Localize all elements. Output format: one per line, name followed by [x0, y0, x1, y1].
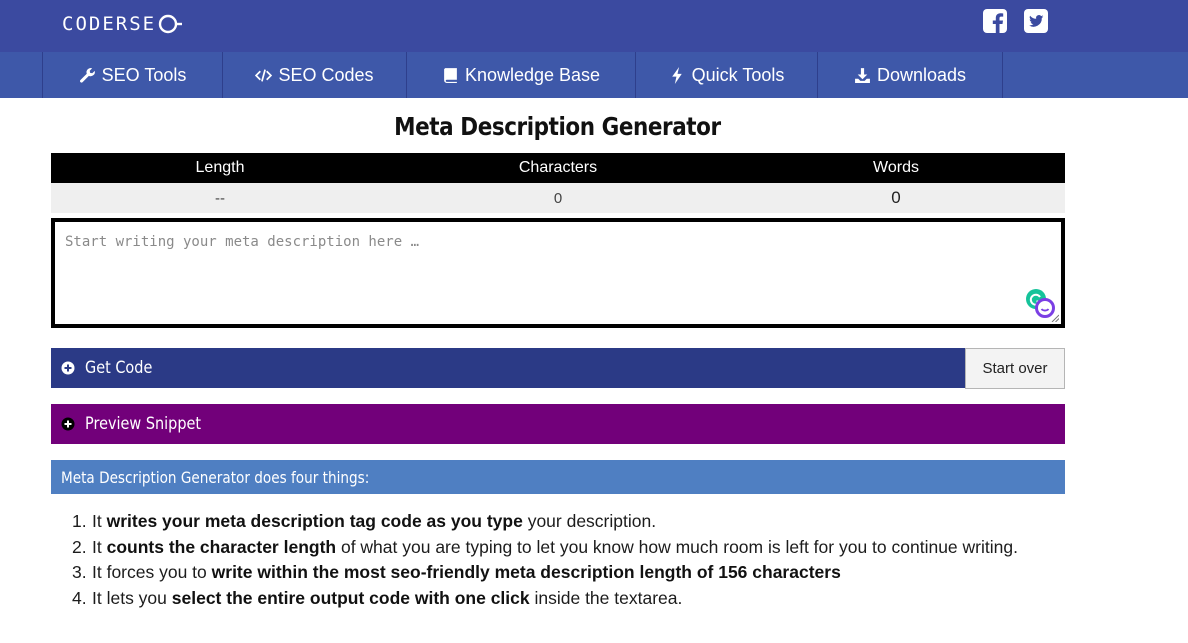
twitter-icon[interactable]	[1024, 9, 1048, 33]
download-icon	[855, 67, 870, 83]
stats-header-words: Words	[873, 159, 919, 176]
nav-label: Quick Tools	[691, 64, 785, 85]
code-icon	[255, 68, 273, 82]
nav-item-knowledge-base[interactable]: Knowledge Base	[406, 52, 635, 98]
top-bar: CODERSE	[0, 0, 1188, 52]
start-over-button[interactable]: Start over	[965, 348, 1065, 389]
nav-label: Downloads	[876, 64, 967, 85]
nav-item-quick-tools[interactable]: Quick Tools	[635, 52, 817, 98]
stats-value-characters: 0	[553, 189, 563, 207]
nav-label: Knowledge Base	[464, 64, 601, 85]
nav-item-downloads[interactable]: Downloads	[817, 52, 1003, 98]
resize-grip-icon[interactable]	[1051, 314, 1059, 322]
info-heading: Meta Description Generator does four thi…	[61, 467, 370, 487]
meta-description-editor	[51, 218, 1065, 328]
item-bold-text: write within the most seo-friendly meta …	[211, 562, 841, 582]
item-text: your description.	[522, 511, 657, 531]
list-item: It counts the character length of what y…	[72, 535, 1052, 561]
item-text: It	[92, 511, 107, 531]
nav-label: SEO Tools	[101, 64, 187, 85]
nav-item-seo-tools[interactable]: SEO Tools	[42, 52, 222, 98]
plus-circle-icon	[61, 417, 75, 431]
preview-snippet-label: Preview Snippet	[85, 414, 202, 434]
item-bold-text: writes your meta description tag code as…	[106, 511, 523, 531]
stats-header-length: Length	[195, 159, 245, 176]
stats-header-row: Length Characters Words	[51, 153, 1065, 183]
list-item: It writes your meta description tag code…	[72, 509, 1052, 535]
stats-header-characters: Characters	[518, 159, 598, 176]
item-text: It	[92, 536, 107, 557]
wrench-icon	[79, 67, 95, 83]
site-logo[interactable]: CODERSE	[62, 11, 183, 37]
get-code-label: Get Code	[85, 358, 153, 378]
list-item: It forces you to write within the most s…	[72, 560, 1052, 586]
bolt-icon	[671, 66, 682, 84]
item-text: It forces you to	[92, 562, 212, 582]
stats-value-row: -- 0 0	[51, 183, 1065, 213]
feature-list: It writes your meta description tag code…	[72, 509, 1052, 612]
preview-snippet-panel[interactable]: Preview Snippet	[51, 404, 1065, 444]
stats-table: Length Characters Words -- 0 0	[51, 153, 1065, 213]
stats-value-words: 0	[891, 188, 901, 207]
facebook-icon[interactable]	[983, 9, 1007, 33]
meta-description-input[interactable]	[55, 222, 1061, 324]
stats-value-length: --	[215, 189, 225, 207]
nav-label: SEO Codes	[278, 64, 374, 85]
list-item: It lets you select the entire output cod…	[72, 586, 1052, 612]
item-bold-text: counts the character length	[106, 536, 337, 557]
book-icon	[444, 67, 457, 83]
get-code-panel[interactable]: Get Code	[51, 348, 1065, 388]
item-text: It lets you	[92, 587, 172, 608]
nav-item-seo-codes[interactable]: SEO Codes	[222, 52, 406, 98]
plus-circle-icon	[61, 361, 75, 375]
page-title: Meta Description Generator	[394, 112, 721, 141]
main-nav: SEO Tools SEO Codes Knowledge Base Quick…	[0, 52, 1188, 98]
item-text: of what you are typing to let you know h…	[336, 536, 1018, 557]
item-bold-text: select the entire output code with one c…	[171, 587, 530, 608]
logo-text: CODERSE	[62, 13, 157, 35]
logo-magnifier-icon	[158, 14, 183, 34]
item-text: inside the textarea.	[529, 587, 683, 608]
info-heading-bar: Meta Description Generator does four thi…	[51, 460, 1065, 494]
